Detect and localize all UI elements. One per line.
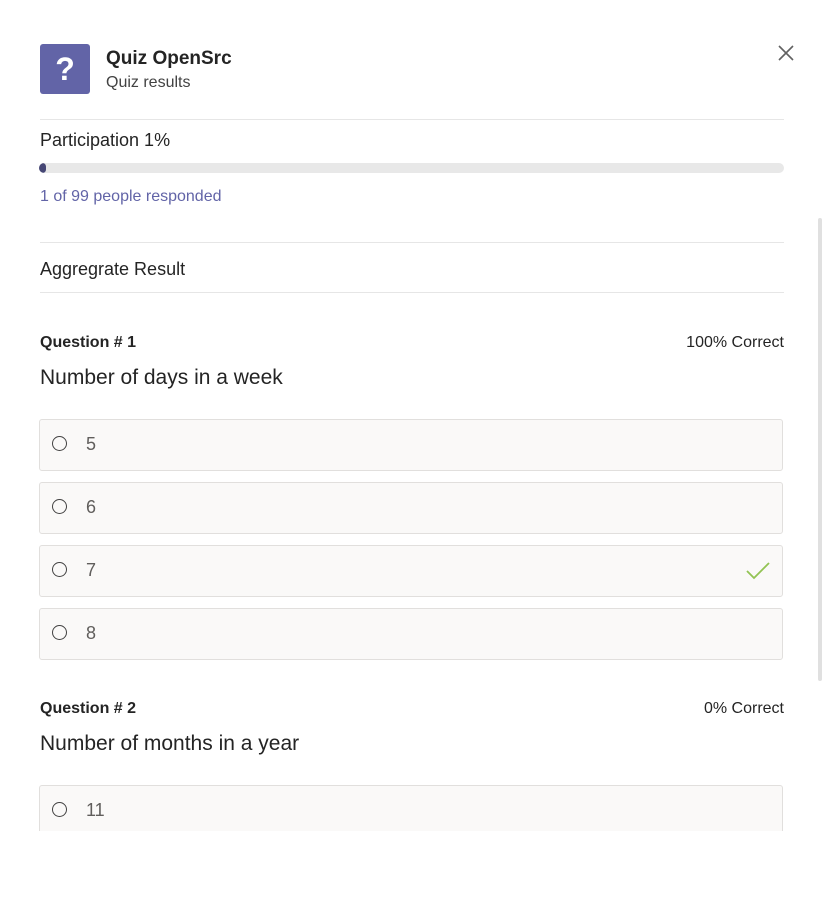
- option-label: 5: [86, 434, 97, 454]
- answer-option[interactable]: 8: [39, 608, 783, 660]
- option-label: 8: [86, 623, 97, 643]
- question-text: Number of months in a year: [40, 732, 300, 755]
- radio-icon: [52, 625, 67, 640]
- scrollbar[interactable]: [818, 218, 822, 681]
- question-text: Number of days in a week: [40, 366, 283, 389]
- question-number: Question # 2: [40, 700, 137, 717]
- quiz-app-icon: ?: [40, 44, 90, 94]
- question-score: 100% Correct: [686, 334, 784, 351]
- option-label: 11: [86, 800, 105, 820]
- option-label: 7: [86, 560, 97, 580]
- participation-progress-fill: [39, 163, 47, 173]
- participation-progress-bar: [39, 163, 784, 173]
- aggregate-result-heading: Aggregrate Result: [40, 259, 186, 279]
- answer-option[interactable]: 6: [39, 482, 783, 534]
- checkmark-icon: [746, 561, 770, 581]
- dialog-title: Quiz OpenSrc: [106, 48, 232, 69]
- radio-icon: [52, 562, 67, 577]
- answer-option[interactable]: 11: [39, 785, 783, 831]
- dialog-header: ? Quiz OpenSrc Quiz results: [40, 44, 800, 96]
- dialog-subtitle: Quiz results: [106, 74, 191, 91]
- divider: [40, 119, 784, 120]
- participation-label: Participation 1%: [40, 130, 171, 150]
- radio-icon: [52, 436, 67, 451]
- question-number: Question # 1: [40, 334, 137, 351]
- responded-link[interactable]: 1 of 99 people responded: [40, 188, 221, 206]
- results-scroll-area[interactable]: Participation 1% 1 of 99 people responde…: [0, 118, 822, 831]
- close-icon[interactable]: [776, 43, 796, 63]
- question-score: 0% Correct: [703, 700, 784, 717]
- answer-option[interactable]: 5: [39, 419, 783, 471]
- radio-icon: [52, 802, 67, 817]
- radio-icon: [52, 499, 67, 514]
- option-label: 6: [86, 497, 97, 517]
- divider: [40, 242, 784, 243]
- answer-option[interactable]: 7: [39, 545, 783, 597]
- divider: [40, 292, 784, 293]
